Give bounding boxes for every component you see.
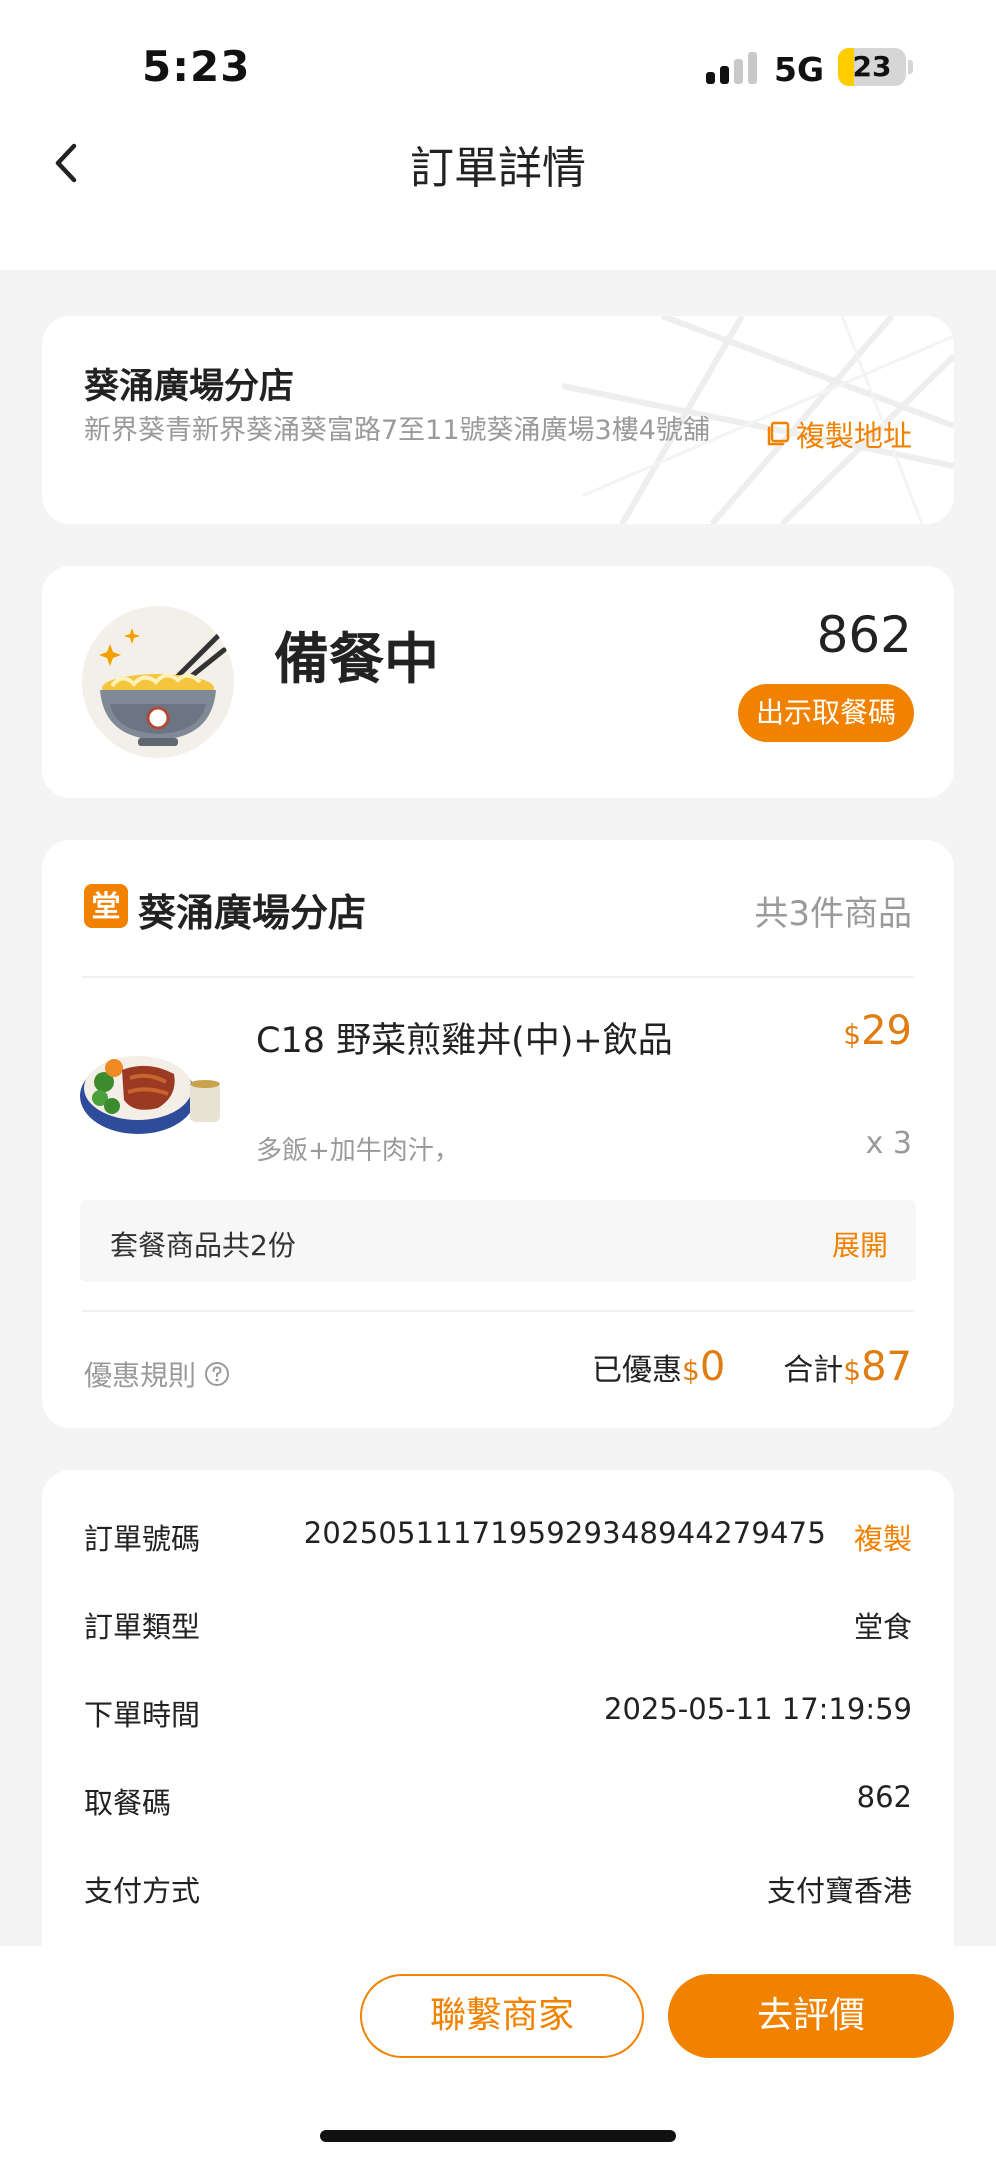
bowl-icon	[82, 606, 234, 758]
status-time: 5:23	[142, 42, 251, 91]
food-image	[80, 1056, 220, 1134]
item-options: 多飯+加牛肉汁，	[256, 1136, 460, 1166]
info-label: 訂單號碼	[84, 1522, 201, 1556]
top-bar: 5:23 5G 23 訂單詳情	[0, 0, 996, 270]
item-price: $29	[843, 1008, 912, 1054]
info-label: 支付方式	[84, 1874, 201, 1908]
copy-icon	[767, 421, 790, 446]
page-title: 訂單詳情	[410, 143, 586, 194]
item-price-amount: 29	[861, 1008, 912, 1054]
pickup-number: 862	[816, 606, 912, 664]
item-count: 共3件商品	[754, 894, 912, 934]
set-items-panel: 套餐商品共2份 展開	[80, 1200, 916, 1282]
item-quantity: x 3	[865, 1126, 912, 1161]
promo-rules-link[interactable]: 優惠規則	[84, 1354, 230, 1394]
divider	[82, 1310, 914, 1312]
battery-cap	[908, 60, 913, 74]
set-items-label: 套餐商品共2份	[110, 1229, 296, 1262]
info-label: 取餐碼	[84, 1786, 172, 1820]
items-store-name: 葵涌廣場分店	[138, 891, 367, 935]
expand-button[interactable]: 展開	[832, 1224, 888, 1264]
status-bar: 5:23 5G 23	[0, 0, 996, 120]
payment-method: 支付寶香港	[766, 1874, 912, 1908]
order-time: 2025-05-11 17:19:59	[604, 1692, 912, 1726]
total-amount: 87	[861, 1344, 912, 1390]
total-summary: 合計$87	[783, 1344, 912, 1390]
store-address: 新界葵青新界葵涌葵富路7至11號葵涌廣場3樓4號舖	[84, 415, 710, 446]
info-row-payment-method: 支付方式 支付寶香港	[84, 1868, 912, 1908]
contact-merchant-button[interactable]: 聯繫商家	[360, 1974, 644, 2058]
total-currency: $	[843, 1354, 862, 1387]
info-label: 訂單類型	[84, 1610, 201, 1644]
order-info-card: 訂單號碼 2025051117195929348944279475 複製 訂單類…	[42, 1470, 954, 1990]
order-type: 堂食	[853, 1610, 912, 1644]
battery-icon: 23	[838, 48, 906, 86]
copy-address-button[interactable]: 複製地址	[764, 416, 913, 453]
network-label: 5G	[774, 50, 825, 89]
order-status-text: 備餐中	[274, 627, 440, 691]
home-indicator[interactable]	[320, 2130, 676, 2142]
divider	[82, 976, 914, 978]
store-name: 葵涌廣場分店	[84, 367, 295, 407]
order-number: 2025051117195929348944279475	[303, 1516, 826, 1550]
info-label: 下單時間	[84, 1698, 201, 1732]
show-pickup-code-button[interactable]: 出示取餐碼	[738, 684, 914, 742]
order-status-card: 備餐中 862 出示取餐碼	[42, 566, 954, 798]
discount-amount: 0	[699, 1344, 726, 1390]
info-row-order-time: 下單時間 2025-05-11 17:19:59	[84, 1692, 912, 1732]
signal-icon	[706, 52, 758, 84]
item-price-currency: $	[843, 1018, 862, 1051]
discount-currency: $	[682, 1354, 700, 1387]
info-row-order-number: 訂單號碼 2025051117195929348944279475 複製	[84, 1516, 912, 1556]
store-card: 葵涌廣場分店 新界葵青新界葵涌葵富路7至11號葵涌廣場3樓4號舖 複製地址	[42, 316, 954, 524]
order-items-card: 堂 葵涌廣場分店 共3件商品 C18 野菜煎雞丼(中)+飲品 $29 多飯+加牛…	[42, 840, 954, 1428]
info-row-pickup-code: 取餐碼 862	[84, 1780, 912, 1820]
copy-address-label: 複製地址	[796, 419, 913, 453]
discount-label: 已優惠	[592, 1353, 682, 1388]
review-button[interactable]: 去評價	[668, 1974, 954, 2058]
item-name: C18 野菜煎雞丼(中)+飲品	[256, 1021, 673, 1061]
info-row-order-type: 訂單類型 堂食	[84, 1604, 912, 1644]
help-circle-icon	[205, 1362, 230, 1386]
dine-in-badge: 堂	[84, 884, 128, 928]
discount-summary: 已優惠$0	[592, 1344, 725, 1390]
promo-rules-label: 優惠規則	[84, 1359, 197, 1392]
bottom-action-bar: 聯繫商家 去評價	[0, 1946, 996, 2160]
total-label: 合計	[783, 1353, 844, 1388]
battery-level: 23	[852, 50, 892, 83]
copy-order-number-button[interactable]: 複製	[854, 1516, 912, 1558]
pickup-code: 862	[856, 1780, 912, 1814]
